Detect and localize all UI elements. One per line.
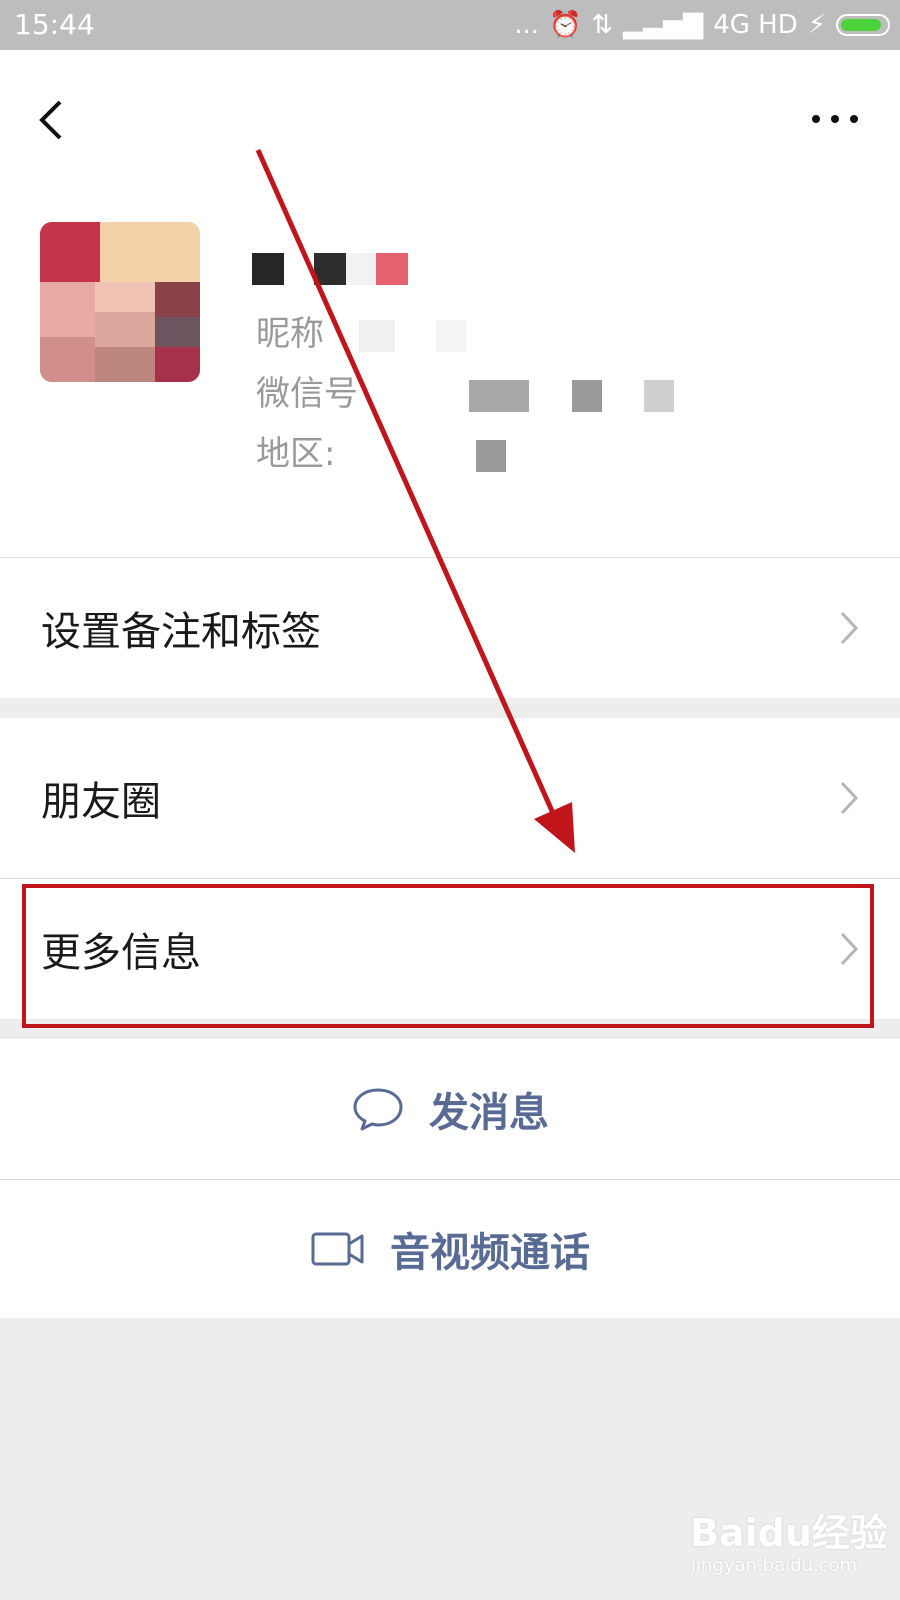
watermark-url: jingyan.baidu.com	[691, 1555, 858, 1576]
annotation-arrow	[255, 148, 575, 853]
watermark-brand: Baidu经验	[690, 1511, 888, 1555]
